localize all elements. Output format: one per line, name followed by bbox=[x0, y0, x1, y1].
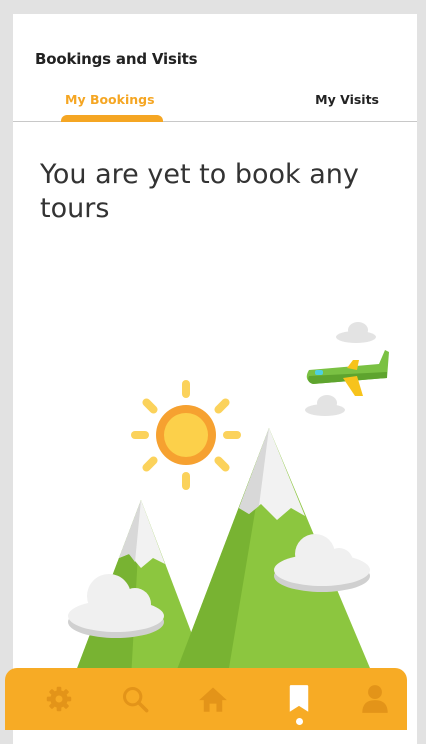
active-tab-indicator bbox=[61, 115, 163, 122]
settings-gear-icon bbox=[46, 686, 72, 712]
home-icon bbox=[199, 687, 227, 712]
bookmark-icon bbox=[289, 685, 309, 712]
nav-profile[interactable] bbox=[358, 682, 392, 716]
profile-icon bbox=[362, 685, 388, 713]
tab-my-bookings[interactable]: My Bookings bbox=[65, 92, 155, 107]
nav-settings[interactable] bbox=[42, 682, 76, 716]
airplane-icon bbox=[306, 350, 389, 396]
small-cloud-mid bbox=[305, 395, 345, 416]
active-nav-dot bbox=[295, 718, 303, 725]
tab-bar: My Bookings My Visits bbox=[13, 86, 417, 122]
empty-state-message: You are yet to book any tours bbox=[40, 159, 359, 224]
travel-illustration bbox=[68, 322, 389, 680]
nav-home[interactable] bbox=[196, 682, 230, 716]
nav-bookings[interactable] bbox=[282, 682, 316, 725]
app-screen: Bookings and Visits My Bookings My Visit… bbox=[13, 14, 417, 744]
small-cloud-top bbox=[336, 322, 376, 343]
bottom-navigation-bar bbox=[5, 668, 407, 730]
search-icon bbox=[122, 686, 149, 713]
tab-my-visits[interactable]: My Visits bbox=[315, 92, 379, 107]
page-title: Bookings and Visits bbox=[35, 50, 198, 68]
nav-search[interactable] bbox=[118, 682, 152, 716]
sun-icon bbox=[131, 380, 241, 490]
